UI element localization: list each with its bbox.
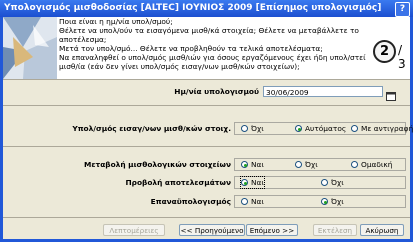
option-label: Όχι xyxy=(251,124,264,133)
question-line: Θέλετε να υπολ/ούν τα εισαγόμενα μισθ/κά… xyxy=(59,26,359,44)
modify-option-no[interactable]: Όχι xyxy=(295,159,318,170)
radio-icon xyxy=(351,125,358,132)
modify-label: Μεταβολή μισθολογικών στοιχείων xyxy=(84,160,231,169)
option-label: Όχι xyxy=(331,197,344,206)
option-label: Ναι xyxy=(251,178,264,187)
modify-option-yes[interactable]: Ναι xyxy=(241,159,264,170)
modify-option-group[interactable]: Ομαδική xyxy=(351,159,392,170)
wizard-header: Ποια είναι η ημ/νία υπολ/σμού; Θέλετε να… xyxy=(3,17,410,79)
execute-button[interactable]: Εκτέλεση xyxy=(313,224,357,236)
option-label: Όχι xyxy=(305,160,318,169)
calc-option-copy[interactable]: Με αντιγραφή xyxy=(351,123,413,134)
date-label: Ημ/νία υπολογισμού xyxy=(174,87,259,96)
wizard-content: Ποια είναι η ημ/νία υπολ/σμού; Θέλετε να… xyxy=(3,17,413,239)
question-line: Ποια είναι η ημ/νία υπολ/σμού; xyxy=(59,17,173,26)
next-button[interactable]: Επόμενο >> xyxy=(246,224,298,236)
display-radio-group: Ναι Όχι xyxy=(234,176,406,189)
radio-icon xyxy=(321,179,328,186)
section-divider xyxy=(3,146,410,147)
cancel-button[interactable]: Ακύρωση xyxy=(360,224,404,236)
option-label: Ομαδική xyxy=(361,160,393,169)
previous-button[interactable]: << Προηγούμενο xyxy=(179,224,245,236)
option-label: Ναι xyxy=(251,160,264,169)
radio-icon xyxy=(321,198,328,205)
wizard-window: Υπολογισμός μισθοδοσίας [ALTEC] ΙΟΥΝΙΟΣ … xyxy=(0,0,413,242)
display-option-yes[interactable]: Ναι xyxy=(240,176,265,189)
window-title: Υπολογισμός μισθοδοσίας [ALTEC] ΙΟΥΝΙΟΣ … xyxy=(4,3,382,13)
calc-radio-group: Όχι Αυτόματος Με αντιγραφή xyxy=(234,122,413,135)
title-bar[interactable]: Υπολογισμός μισθοδοσίας [ALTEC] ΙΟΥΝΙΟΣ … xyxy=(0,0,413,17)
modify-radio-group: Ναι Όχι Ομαδική xyxy=(234,158,406,171)
recalc-option-yes[interactable]: Ναι xyxy=(241,196,264,207)
calc-option-auto[interactable]: Αυτόματος xyxy=(295,123,346,134)
display-option-no[interactable]: Όχι xyxy=(321,177,344,188)
option-label: Αυτόματος xyxy=(305,124,347,133)
recalc-label: Επαναϋπολογισμός xyxy=(150,197,231,206)
section-divider xyxy=(3,105,410,106)
footer-divider xyxy=(3,217,410,218)
radio-icon xyxy=(351,161,358,168)
option-label: Όχι xyxy=(331,178,344,187)
step-indicator: 2 xyxy=(373,40,396,63)
radio-icon xyxy=(241,198,248,205)
question-line: Να επαναληφθεί ο υπολ/σμός μισθ/ιών για … xyxy=(59,53,366,71)
radio-icon xyxy=(241,161,248,168)
step-total: / 3 xyxy=(398,43,406,71)
recalc-option-no[interactable]: Όχι xyxy=(321,196,344,207)
altec-logo-icon xyxy=(3,17,57,79)
header-divider xyxy=(3,79,410,80)
question-line: Μετά τον υπολ/σμό... Θέλετε να προβληθού… xyxy=(59,44,323,53)
radio-icon xyxy=(241,125,248,132)
details-button[interactable]: Λεπτομέρειες xyxy=(103,224,165,236)
wizard-questions: Ποια είναι η ημ/νία υπολ/σμού; Θέλετε να… xyxy=(59,17,379,71)
date-input[interactable]: 30/06/2009 xyxy=(263,86,383,97)
radio-icon xyxy=(295,125,302,132)
option-label: Με αντιγραφή xyxy=(361,124,413,133)
calendar-icon[interactable] xyxy=(386,86,396,101)
radio-icon xyxy=(241,179,248,186)
help-button[interactable]: ? xyxy=(395,2,410,17)
radio-icon xyxy=(295,161,302,168)
display-label: Προβολή αποτελεσμάτων xyxy=(125,178,231,187)
calc-option-no[interactable]: Όχι xyxy=(241,123,264,134)
option-label: Ναι xyxy=(251,197,264,206)
recalc-radio-group: Ναι Όχι xyxy=(234,195,406,208)
calc-label: Υπολ/σμός εισαγ/νων μισθ/κών στοιχ. xyxy=(72,124,231,133)
